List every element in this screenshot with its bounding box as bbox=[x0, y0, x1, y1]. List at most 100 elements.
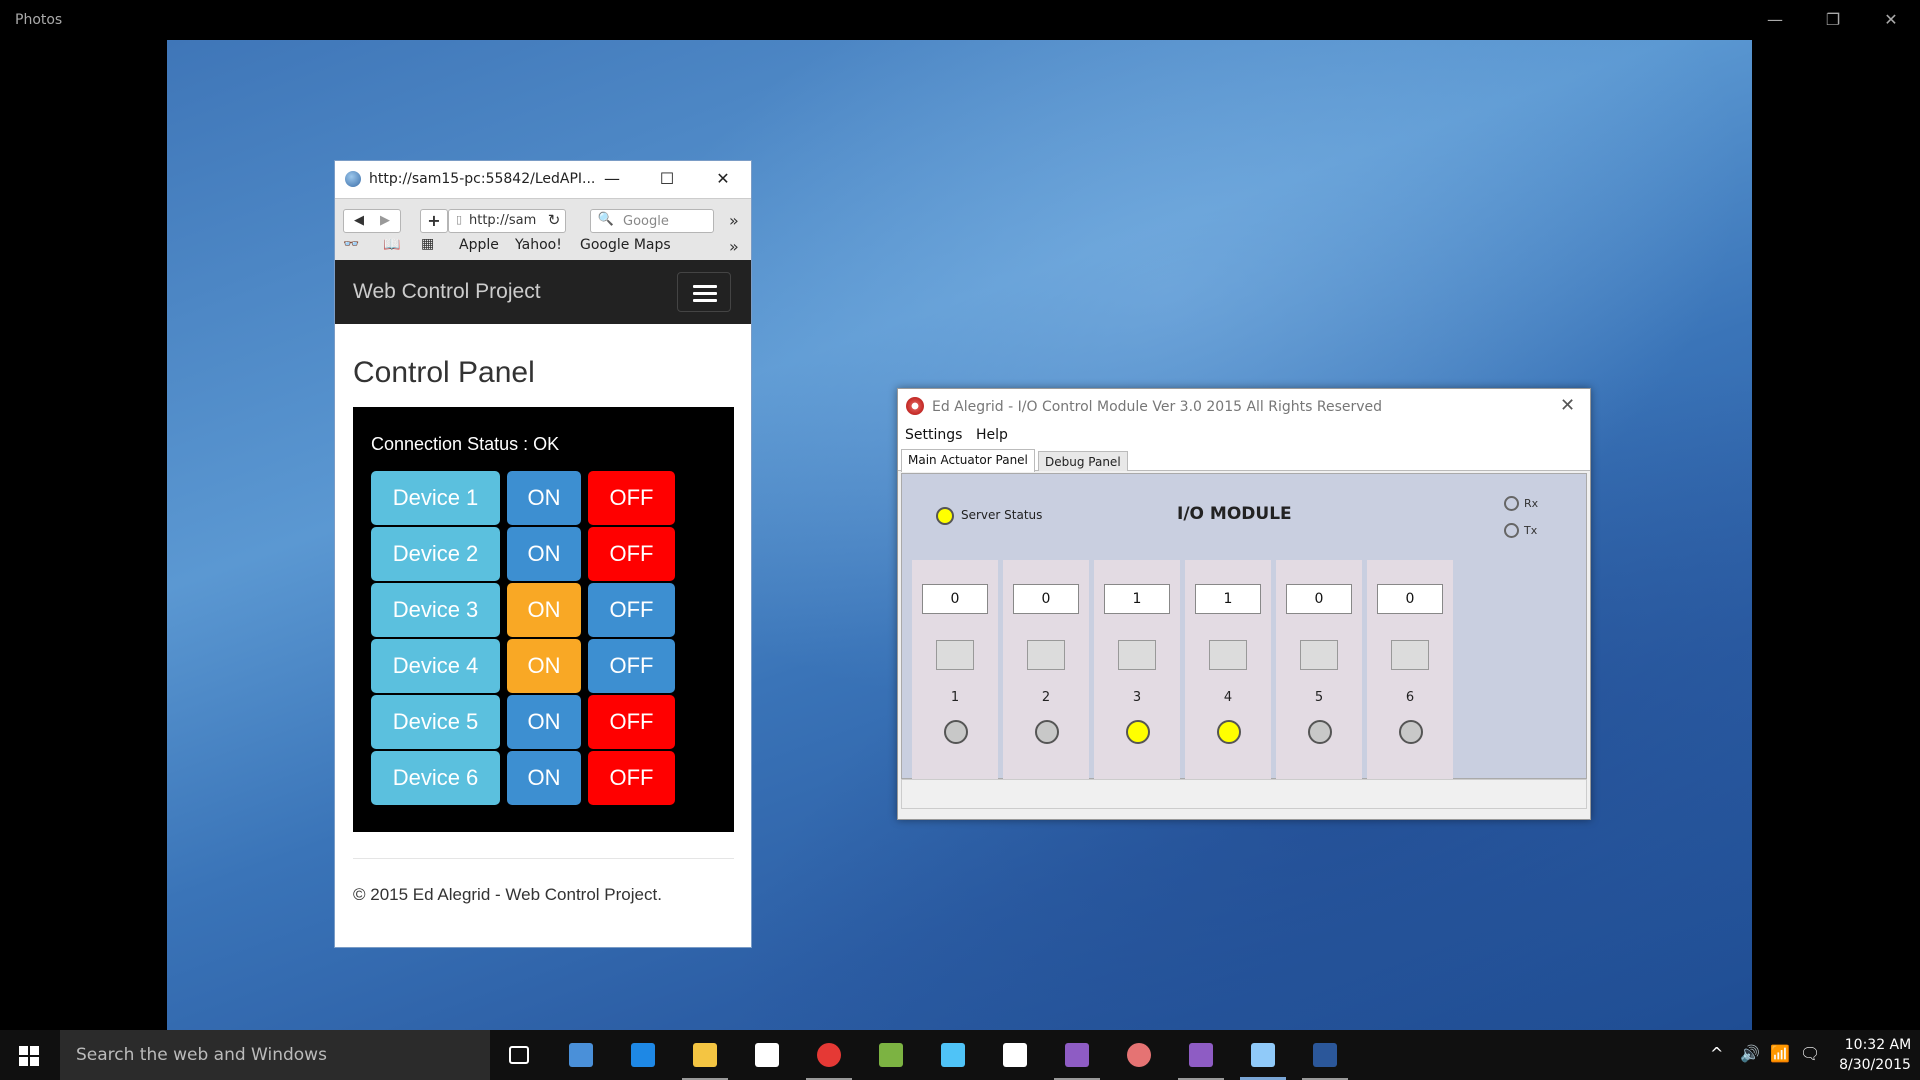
channel-toggle-button[interactable] bbox=[1209, 640, 1247, 670]
search-icon: 🔍 bbox=[597, 212, 615, 227]
toolbar-overflow-icon[interactable]: » bbox=[729, 211, 739, 230]
channel-value-field[interactable]: 0 bbox=[1377, 584, 1443, 614]
device-off-button[interactable]: OFF bbox=[588, 527, 675, 581]
device-off-button[interactable]: OFF bbox=[588, 695, 675, 749]
main-actuator-panel: Server Status I/O MODULE Rx Tx 010213140… bbox=[901, 473, 1587, 782]
back-arrow-icon[interactable]: ◀ bbox=[348, 213, 370, 228]
page-title: Control Panel bbox=[353, 356, 535, 389]
device-on-button[interactable]: ON bbox=[507, 695, 581, 749]
io-channel: 06 bbox=[1367, 560, 1453, 782]
device-off-button[interactable]: OFF bbox=[588, 751, 675, 805]
device-name-button[interactable]: Device 6 bbox=[371, 751, 500, 805]
photos-close-button[interactable]: ✕ bbox=[1876, 8, 1906, 32]
taskbar-search-box[interactable]: Search the web and Windows bbox=[60, 1030, 490, 1080]
browser-title: http://sam15-pc:55842/LedAPI... bbox=[369, 171, 596, 187]
plus-icon: + bbox=[427, 211, 441, 230]
device-on-button[interactable]: ON bbox=[507, 639, 581, 693]
channel-value-field[interactable]: 1 bbox=[1195, 584, 1261, 614]
edge-glyph bbox=[631, 1043, 655, 1067]
bookmark-google-maps[interactable]: Google Maps bbox=[580, 237, 671, 253]
reload-icon[interactable]: ↻ bbox=[545, 211, 563, 229]
server-status-label: Server Status bbox=[961, 508, 1043, 522]
visual-studio-2-icon[interactable] bbox=[1172, 1030, 1230, 1080]
forward-arrow-icon[interactable]: ▶ bbox=[374, 213, 396, 228]
volume-icon[interactable]: 🔊 bbox=[1740, 1044, 1760, 1063]
browser-maximize-button[interactable]: ☐ bbox=[654, 167, 680, 191]
search-placeholder: Google bbox=[623, 214, 669, 229]
bookmark-apple[interactable]: Apple bbox=[459, 237, 499, 253]
new-tab-button[interactable]: + bbox=[420, 209, 448, 233]
remote-desktop-icon[interactable] bbox=[552, 1030, 610, 1080]
edge-icon[interactable] bbox=[614, 1030, 672, 1080]
reader-glasses-icon[interactable]: 👓 bbox=[343, 237, 359, 252]
photos-icon[interactable] bbox=[986, 1030, 1044, 1080]
device-off-button[interactable]: OFF bbox=[588, 471, 675, 525]
settings-gear-icon[interactable] bbox=[1110, 1030, 1168, 1080]
photos-glyph bbox=[1003, 1043, 1027, 1067]
channel-number: 4 bbox=[1223, 690, 1233, 705]
connection-status: Connection Status : OK bbox=[371, 434, 560, 454]
file-explorer-icon[interactable] bbox=[676, 1030, 734, 1080]
io-channel: 13 bbox=[1094, 560, 1180, 782]
channel-toggle-button[interactable] bbox=[1118, 640, 1156, 670]
device-name-button[interactable]: Device 2 bbox=[371, 527, 500, 581]
safari-icon[interactable] bbox=[1234, 1030, 1292, 1080]
bookmarks-book-icon[interactable]: 📖 bbox=[383, 237, 400, 253]
menu-help[interactable]: Help bbox=[976, 427, 1008, 443]
search-field[interactable]: 🔍 Google bbox=[590, 209, 714, 233]
photos-restore-button[interactable]: ❐ bbox=[1818, 8, 1848, 32]
photos-minimize-button[interactable]: — bbox=[1760, 8, 1790, 32]
site-brand[interactable]: Web Control Project bbox=[353, 280, 541, 304]
photos-titlebar: Photos — ❐ ✕ bbox=[0, 0, 1920, 40]
bookmarks-overflow-icon[interactable]: » bbox=[729, 237, 739, 256]
show-hidden-icons-chevron-icon[interactable]: ^ bbox=[1710, 1044, 1723, 1063]
device-off-button[interactable]: OFF bbox=[588, 639, 675, 693]
notepad-plus-icon[interactable] bbox=[862, 1030, 920, 1080]
io-channel: 14 bbox=[1185, 560, 1271, 782]
task-view-icon[interactable] bbox=[490, 1030, 548, 1080]
windows-start-icon[interactable] bbox=[0, 1030, 60, 1080]
device-name-button[interactable]: Device 3 bbox=[371, 583, 500, 637]
word-icon[interactable] bbox=[1296, 1030, 1354, 1080]
device-on-button[interactable]: ON bbox=[507, 471, 581, 525]
remote-desktop-glyph bbox=[569, 1043, 593, 1067]
browser-close-button[interactable]: ✕ bbox=[710, 167, 736, 191]
top-sites-grid-icon[interactable]: ▦ bbox=[421, 236, 434, 252]
browser-minimize-button[interactable]: — bbox=[599, 167, 625, 191]
taskbar: Search the web and Windows ^ 🔊 📶 🗨 10:32… bbox=[0, 1030, 1920, 1080]
device-on-button[interactable]: ON bbox=[507, 583, 581, 637]
store-icon[interactable] bbox=[738, 1030, 796, 1080]
channel-value-field[interactable]: 0 bbox=[1013, 584, 1079, 614]
io-close-button[interactable]: ✕ bbox=[1560, 395, 1575, 416]
channel-value-field[interactable]: 1 bbox=[1104, 584, 1170, 614]
taskbar-clock-time[interactable]: 10:32 AM bbox=[1838, 1037, 1918, 1053]
device-name-button[interactable]: Device 4 bbox=[371, 639, 500, 693]
wifi-icon[interactable]: 📶 bbox=[1770, 1044, 1790, 1063]
device-on-button[interactable]: ON bbox=[507, 751, 581, 805]
device-on-button[interactable]: ON bbox=[507, 527, 581, 581]
chrome-icon[interactable] bbox=[800, 1030, 858, 1080]
io-tabs: Main Actuator Panel Debug Panel bbox=[898, 449, 1590, 472]
menu-settings[interactable]: Settings bbox=[905, 427, 962, 443]
channel-value-field[interactable]: 0 bbox=[1286, 584, 1352, 614]
action-center-icon[interactable]: 🗨 bbox=[1800, 1044, 1820, 1063]
channel-toggle-button[interactable] bbox=[1391, 640, 1429, 670]
channel-toggle-button[interactable] bbox=[1300, 640, 1338, 670]
channel-toggle-button[interactable] bbox=[936, 640, 974, 670]
io-channel: 05 bbox=[1276, 560, 1362, 782]
channel-toggle-button[interactable] bbox=[1027, 640, 1065, 670]
azure-storage-icon[interactable] bbox=[924, 1030, 982, 1080]
bookmark-yahoo[interactable]: Yahoo! bbox=[515, 237, 562, 253]
tab-main-actuator-panel[interactable]: Main Actuator Panel bbox=[901, 449, 1035, 472]
tab-debug-panel[interactable]: Debug Panel bbox=[1038, 451, 1128, 471]
channel-status-led bbox=[1217, 720, 1241, 744]
device-name-button[interactable]: Device 1 bbox=[371, 471, 500, 525]
address-bar[interactable]: ▯ http://sam ↻ bbox=[448, 209, 566, 233]
taskbar-clock-date[interactable]: 8/30/2015 bbox=[1832, 1057, 1918, 1073]
hamburger-menu-icon[interactable] bbox=[677, 272, 731, 312]
app-gear-icon bbox=[906, 397, 924, 415]
device-name-button[interactable]: Device 5 bbox=[371, 695, 500, 749]
visual-studio-icon[interactable] bbox=[1048, 1030, 1106, 1080]
device-off-button[interactable]: OFF bbox=[588, 583, 675, 637]
channel-value-field[interactable]: 0 bbox=[922, 584, 988, 614]
